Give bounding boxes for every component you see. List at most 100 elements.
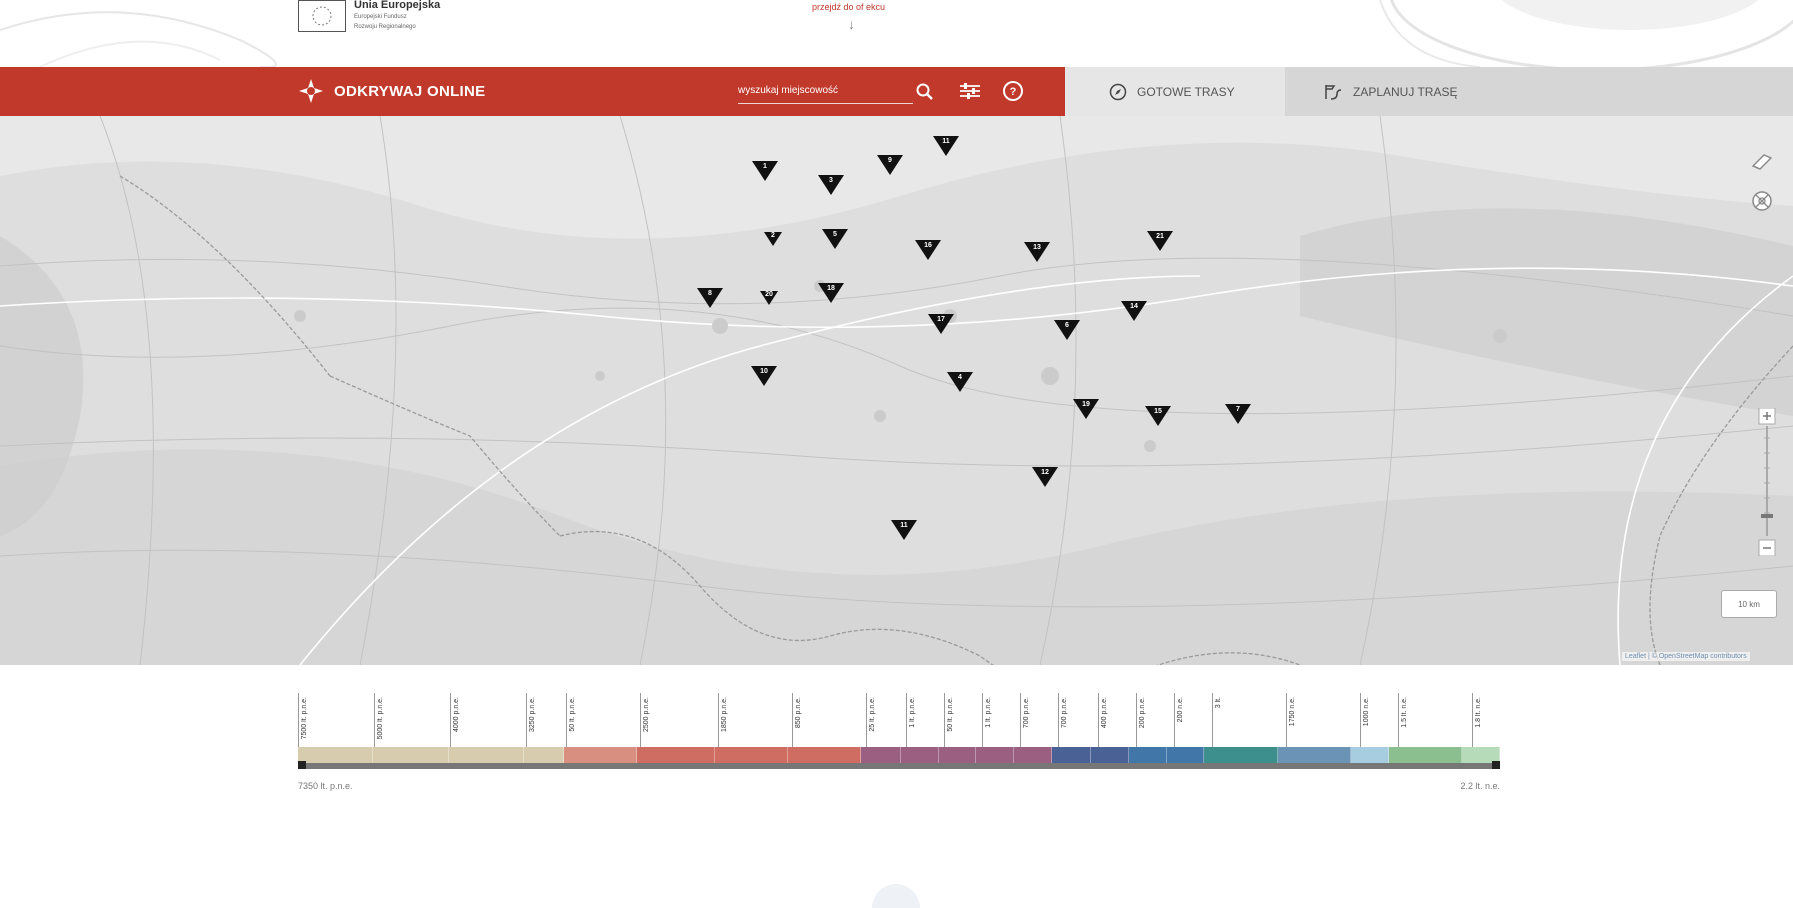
scale-button[interactable]: 10 km [1721, 590, 1777, 618]
timeline-segment[interactable] [637, 747, 715, 763]
brand-name: ODKRYWAJ ONLINE [334, 82, 486, 100]
timeline-segment[interactable] [1014, 747, 1052, 763]
route-marker[interactable]: 8 [695, 286, 725, 314]
timeline-tick: 1.5 lt. n.e. [1398, 693, 1408, 747]
timeline-tick: 1.8 lt. n.e. [1472, 693, 1482, 747]
timeline-segment[interactable] [448, 747, 525, 763]
timeline-segment[interactable] [563, 747, 638, 763]
timeline-segment[interactable] [1091, 747, 1130, 763]
timeline-segment[interactable] [976, 747, 1015, 763]
route-marker[interactable]: 14 [1119, 299, 1149, 327]
timeline-segment[interactable] [1166, 747, 1205, 763]
route-marker[interactable]: 12 [1030, 465, 1060, 493]
timeline-tick: 50 lt. p.n.e. [944, 693, 954, 747]
map-tiles[interactable] [0, 116, 1793, 665]
timeline-tick-label: 400 p.n.e. [1101, 697, 1108, 729]
timeline-tick-label: 50 lt. p.n.e. [947, 697, 954, 732]
timeline-tick-label: 1850 p.n.e. [721, 697, 728, 733]
tab-ready-routes[interactable]: GOTOWE TRASY [1065, 67, 1285, 116]
compass-icon [1109, 83, 1127, 100]
timeline-tick-label: 5000 lt. p.n.e. [377, 697, 384, 740]
timeline-end-handle[interactable] [1492, 761, 1500, 769]
route-marker[interactable]: 2 [758, 228, 788, 256]
timeline-segment[interactable] [1277, 747, 1352, 763]
timeline-segment[interactable] [1051, 747, 1092, 763]
timeline-tick-label: 700 p.n.e. [1023, 697, 1030, 729]
brand[interactable]: ODKRYWAJ ONLINE [298, 78, 485, 104]
timeline-segment[interactable] [1388, 747, 1463, 763]
timeline-tick: 50 lt. p.n.e. [566, 693, 576, 747]
timeline-tick: 200 p.n.e. [1136, 693, 1146, 747]
tab-plan-route[interactable]: ZAPLANUJ TRASĘ [1285, 67, 1793, 116]
timeline-segment[interactable] [861, 747, 901, 763]
timeline-segment[interactable] [901, 747, 939, 763]
route-marker[interactable]: 5 [820, 227, 850, 255]
timeline-start-handle[interactable] [298, 761, 306, 769]
svg-text:?: ? [1010, 86, 1017, 98]
route-marker[interactable]: 10 [749, 364, 779, 392]
locate-icon[interactable] [1751, 190, 1773, 217]
timeline-segment[interactable] [938, 747, 977, 763]
timeline-segment[interactable] [714, 747, 788, 763]
timeline-segment[interactable] [298, 747, 374, 763]
route-marker[interactable]: 11 [889, 518, 919, 546]
arrow-down-icon: ↓ [848, 16, 855, 32]
route-marker[interactable]: 7 [1223, 402, 1253, 430]
timeline-tick: 3 lt. [1212, 693, 1222, 747]
timeline-tick: 5000 lt. p.n.e. [374, 693, 384, 747]
timeline-tick: 700 p.n.e. [1020, 693, 1030, 747]
timeline-start-label: 7350 lt. p.n.e. [298, 781, 353, 791]
route-marker[interactable]: 21 [1145, 229, 1175, 257]
timeline-tick-label: 25 lt. p.n.e. [869, 697, 876, 732]
route-marker[interactable]: 3 [816, 173, 846, 201]
filter-sliders-icon[interactable] [958, 80, 982, 102]
timeline-tick: 1000 n.e. [1360, 693, 1370, 747]
timeline-tick-label: 200 p.n.e. [1139, 697, 1146, 729]
timeline-tick-label: 1.8 lt. n.e. [1475, 697, 1482, 728]
route-marker[interactable]: 19 [1071, 397, 1101, 425]
route-plan-icon [1325, 84, 1342, 100]
search-input[interactable] [738, 78, 888, 102]
help-icon[interactable]: ? [1002, 80, 1024, 102]
timeline-tick-label: 50 lt. p.n.e. [569, 697, 576, 732]
route-marker[interactable]: 4 [945, 370, 975, 398]
search-field [738, 78, 913, 104]
timeline-segment[interactable] [1129, 747, 1167, 763]
route-marker[interactable]: 16 [913, 238, 943, 266]
timeline-tick-label: 7500 lt. p.n.e. [301, 697, 308, 740]
timeline-segment[interactable] [524, 747, 564, 763]
route-marker[interactable]: 17 [926, 312, 956, 340]
layers-icon[interactable] [1750, 152, 1774, 177]
timeline-tick: 400 p.n.e. [1098, 693, 1108, 747]
route-marker[interactable]: 11 [931, 134, 961, 162]
timeline-tick: 2500 p.n.e. [640, 693, 650, 747]
timeline-segment[interactable] [787, 747, 862, 763]
timeline-tick: 25 lt. p.n.e. [866, 693, 876, 747]
route-marker[interactable]: 9 [875, 153, 905, 181]
timeline-tick-label: 200 n.e. [1177, 697, 1184, 723]
route-marker[interactable]: 15 [1143, 404, 1173, 432]
map-view[interactable]: 1 3 9 11 2 5 16 13 21 8 20 18 17 6 14 10… [0, 116, 1793, 665]
eu-fund-text: Unia Europejska Europejski Fundusz Rozwo… [354, 0, 440, 32]
compass-logo-icon [299, 79, 323, 103]
timeline-range-track[interactable] [298, 763, 1500, 769]
timeline: 7500 lt. p.n.e. 5000 lt. p.n.e. 4000 p.n.e… [298, 693, 1501, 793]
timeline-tick-label: 1.5 lt. n.e. [1401, 697, 1408, 728]
timeline-segment[interactable] [373, 747, 449, 763]
route-marker[interactable]: 1 [750, 159, 780, 187]
timeline-segment[interactable] [1204, 747, 1278, 763]
top-header: Unia Europejska Europejski Fundusz Rozwo… [0, 0, 1793, 67]
eu-title: Unia Europejska [354, 0, 441, 11]
search-icon[interactable] [915, 82, 935, 102]
map-attribution[interactable]: Leaflet | © OpenStreetMap contributors [1622, 652, 1750, 661]
route-marker[interactable]: 20 [754, 287, 784, 315]
zoom-slider[interactable] [1757, 407, 1777, 557]
route-marker[interactable]: 13 [1022, 240, 1052, 268]
route-marker[interactable]: 18 [816, 281, 846, 309]
skip-to-content-link[interactable]: przejdź do of ekcu [812, 2, 885, 12]
timeline-segment[interactable] [1351, 747, 1389, 763]
route-marker[interactable]: 6 [1052, 318, 1082, 346]
timeline-bar[interactable] [298, 747, 1501, 763]
timeline-tick: 1750 n.e. [1286, 693, 1296, 747]
timeline-tick: 3250 p.n.e. [526, 693, 536, 747]
